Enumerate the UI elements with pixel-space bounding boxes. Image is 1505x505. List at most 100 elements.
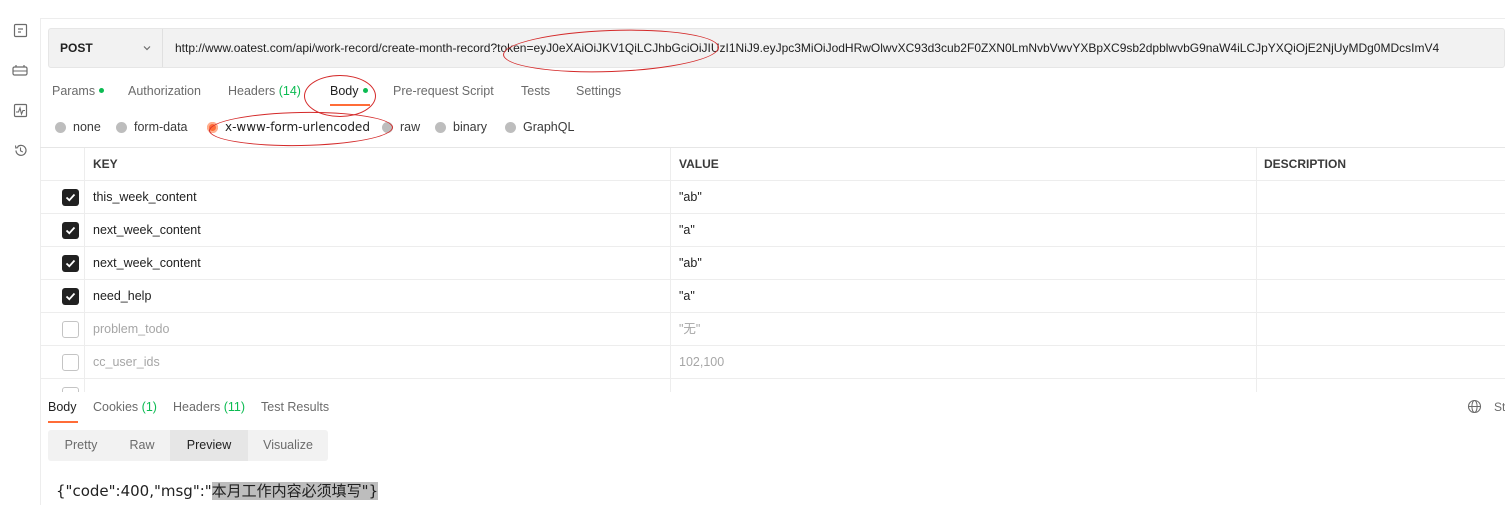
body-params-table: KEY VALUE DESCRIPTION this_week_content …	[40, 147, 1505, 392]
table-row: next_week_content "ab"	[40, 247, 1505, 280]
table-row-partial	[40, 379, 1505, 392]
tab-label: Body	[48, 400, 77, 414]
table-row: next_week_content "a"	[40, 214, 1505, 247]
param-description[interactable]	[1264, 181, 1504, 213]
tab-pre-request-script[interactable]: Pre-request Script	[393, 82, 494, 110]
tab-label: Headers	[228, 84, 276, 98]
top-strip	[40, 0, 1505, 19]
url-input[interactable]: http://www.oatest.com/api/work-record/cr…	[163, 41, 1439, 55]
radio-label: raw	[400, 120, 421, 134]
radio-label: none	[73, 120, 101, 134]
request-url-bar: POST http://www.oatest.com/api/work-reco…	[48, 28, 1505, 68]
param-description[interactable]	[1264, 313, 1504, 345]
param-value[interactable]: 102,100	[679, 346, 1249, 378]
row-checkbox[interactable]	[62, 387, 79, 392]
tab-response-body[interactable]: Body	[48, 398, 77, 416]
globe-icon[interactable]	[1467, 399, 1482, 417]
radio-form-data[interactable]: form-data	[116, 118, 188, 136]
param-value[interactable]: "a"	[679, 214, 1249, 246]
column-header-description: DESCRIPTION	[1264, 157, 1347, 171]
radio-raw[interactable]: raw	[382, 118, 420, 136]
radio-x-www-form-urlencoded[interactable]: x-www-form-urlencoded	[207, 118, 370, 136]
param-description[interactable]	[1264, 247, 1504, 279]
tab-tests[interactable]: Tests	[521, 82, 550, 110]
tab-label: Pre-request Script	[393, 84, 494, 98]
column-header-key: KEY	[93, 157, 118, 171]
param-value[interactable]: "ab"	[679, 247, 1249, 279]
radio-icon	[382, 121, 393, 133]
active-tab-indicator	[330, 104, 370, 106]
tab-response-headers[interactable]: Headers (11)	[173, 398, 245, 416]
row-checkbox[interactable]	[62, 222, 79, 239]
param-key[interactable]: cc_user_ids	[93, 346, 663, 378]
radio-label: form-data	[134, 120, 188, 134]
status-dot	[99, 88, 105, 93]
apis-icon[interactable]	[11, 21, 29, 39]
tab-test-results[interactable]: Test Results	[261, 398, 329, 416]
tab-count: (14)	[278, 84, 301, 98]
tab-label: Body	[330, 84, 359, 98]
radio-binary[interactable]: binary	[435, 118, 487, 136]
tab-label: Tests	[521, 84, 551, 98]
table-row: need_help "a"	[40, 280, 1505, 313]
format-preview[interactable]: Preview	[170, 430, 248, 461]
method-label: POST	[60, 41, 93, 55]
param-key[interactable]: problem_todo	[93, 313, 663, 345]
param-key[interactable]: this_week_content	[93, 181, 663, 213]
format-visualize[interactable]: Visualize	[248, 430, 328, 461]
response-text: {"code":400,"msg":"	[56, 482, 212, 500]
row-checkbox[interactable]	[62, 189, 79, 206]
history-icon[interactable]	[11, 141, 29, 159]
radio-graphql[interactable]: GraphQL	[505, 118, 574, 136]
tab-headers[interactable]: Headers (14)	[228, 82, 301, 110]
tab-settings[interactable]: Settings	[576, 82, 621, 110]
radio-icon	[505, 121, 516, 133]
tab-label: Test Results	[261, 400, 330, 414]
row-checkbox[interactable]	[62, 354, 79, 371]
status-dot	[362, 88, 368, 93]
tab-params[interactable]: Params	[52, 82, 105, 110]
radio-icon	[435, 121, 446, 133]
param-value[interactable]: "a"	[679, 280, 1249, 312]
param-key[interactable]: next_week_content	[93, 214, 663, 246]
radio-none[interactable]: none	[55, 118, 101, 136]
tab-label: Authorization	[128, 84, 201, 98]
method-select[interactable]: POST	[49, 29, 163, 67]
radio-label: binary	[453, 120, 488, 134]
environments-icon[interactable]	[11, 61, 29, 79]
row-checkbox[interactable]	[62, 288, 79, 305]
param-description[interactable]	[1264, 346, 1504, 378]
radio-label: GraphQL	[523, 120, 575, 134]
table-row: cc_user_ids 102,100	[40, 346, 1505, 379]
tab-label: Settings	[576, 84, 622, 98]
row-checkbox[interactable]	[62, 321, 79, 338]
tab-label: Params	[52, 84, 96, 98]
format-raw[interactable]: Raw	[114, 430, 170, 461]
response-text-highlighted: 本月工作内容必须填写"}	[211, 482, 379, 500]
radio-selected-icon	[207, 121, 218, 133]
radio-icon	[55, 121, 66, 133]
tab-count: (1)	[141, 400, 157, 414]
radio-icon	[116, 121, 127, 133]
tab-cookies[interactable]: Cookies (1)	[93, 398, 157, 416]
param-key[interactable]: next_week_content	[93, 247, 663, 279]
table-row: problem_todo "无"	[40, 313, 1505, 346]
response-body: {"code":400,"msg":"本月工作内容必须填写"}	[56, 480, 379, 501]
active-response-tab-indicator	[48, 421, 78, 423]
tab-count: (11)	[223, 400, 246, 414]
param-description[interactable]	[1264, 214, 1504, 246]
monitors-icon[interactable]	[11, 101, 29, 119]
param-description[interactable]	[1264, 280, 1504, 312]
radio-label: x-www-form-urlencoded	[225, 120, 370, 134]
param-value[interactable]: "无"	[679, 313, 1249, 345]
param-key[interactable]: need_help	[93, 280, 663, 312]
row-checkbox[interactable]	[62, 255, 79, 272]
format-pretty[interactable]: Pretty	[48, 430, 114, 461]
left-sidebar	[0, 0, 41, 505]
chevron-down-icon	[142, 42, 152, 56]
param-value[interactable]: "ab"	[679, 181, 1249, 213]
tab-label: Cookies	[93, 400, 139, 414]
column-header-value: VALUE	[679, 157, 719, 171]
tab-label: Headers	[173, 400, 221, 414]
tab-authorization[interactable]: Authorization	[128, 82, 201, 110]
